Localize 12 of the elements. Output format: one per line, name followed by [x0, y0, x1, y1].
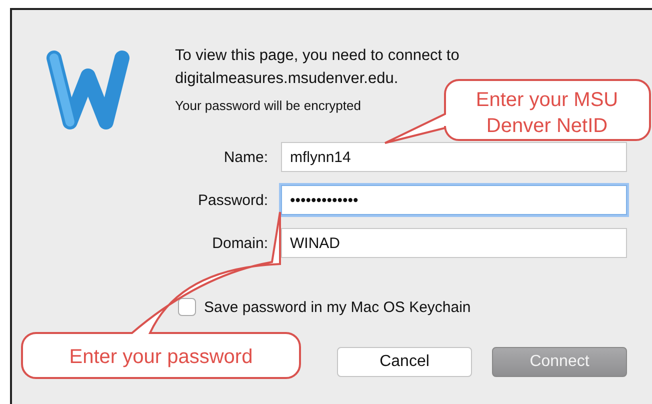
- field-label: Name:: [222, 148, 268, 166]
- input-field[interactable]: •••••••••••••: [281, 185, 627, 215]
- save-password-checkbox[interactable]: [178, 298, 196, 316]
- field-label: Domain:: [211, 234, 268, 252]
- dialog-button[interactable]: Cancel: [337, 347, 472, 377]
- dialog-message: To view this page, you need to connect to digitalmeasures.msudenver.edu.: [175, 46, 460, 89]
- logo-icon: [44, 50, 132, 130]
- input-field[interactable]: mflynn14: [281, 142, 627, 172]
- encryption-note: Your password will be encrypted: [175, 98, 361, 113]
- input-field[interactable]: WINAD: [281, 228, 627, 258]
- checkbox-label: Save password in my Mac OS Keychain: [204, 298, 471, 316]
- field-label: Password:: [196, 192, 268, 208]
